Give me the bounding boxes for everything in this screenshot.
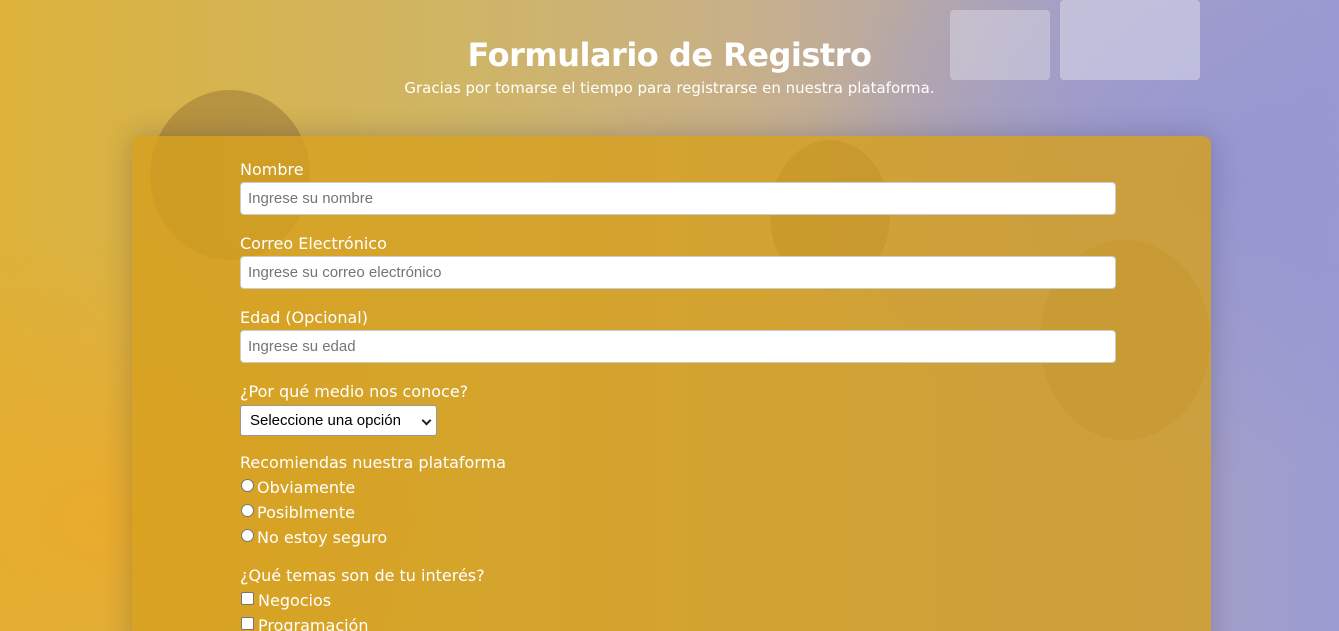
name-label: Nombre [240, 160, 304, 179]
chevron-down-icon [421, 415, 432, 426]
page-description: Gracias por tomarse el tiempo para regis… [404, 79, 935, 97]
age-label: Edad (Opcional) [240, 308, 368, 327]
age-input[interactable] [240, 330, 1116, 363]
form-fields: Nombre Correo Electrónico Edad (Opcional… [240, 160, 1116, 631]
radio-option: Posiblmente [240, 500, 1116, 525]
checkbox-programacion[interactable] [241, 617, 254, 630]
radio-no-estoy-seguro[interactable] [241, 529, 254, 542]
source-select-wrapper: Seleccione una opción [240, 405, 437, 436]
radio-option: No estoy seguro [240, 525, 1116, 550]
page-header: Formulario de Registro Gracias por tomar… [0, 0, 1339, 99]
radio-obviamente[interactable] [241, 479, 254, 492]
checkbox-option: Programación [240, 613, 1116, 631]
source-select-value: Seleccione una opción [250, 412, 401, 429]
radio-option: Obviamente [240, 475, 1116, 500]
registration-form: Nombre Correo Electrónico Edad (Opcional… [132, 136, 1211, 631]
radio-posiblmente[interactable] [241, 504, 254, 517]
radio-label: No estoy seguro [257, 528, 388, 547]
interests-label: ¿Qué temas son de tu interés? [240, 566, 485, 585]
email-input[interactable] [240, 256, 1116, 289]
page-title: Formulario de Registro [467, 36, 872, 74]
recommend-radio-group: Obviamente Posiblmente No estoy seguro [240, 475, 1116, 550]
source-select[interactable]: Seleccione una opción [240, 405, 437, 436]
source-label: ¿Por qué medio nos conoce? [240, 382, 469, 401]
radio-label: Obviamente [257, 478, 356, 497]
checkbox-label: Negocios [258, 591, 332, 610]
radio-label: Posiblmente [257, 503, 355, 522]
checkbox-label: Programación [258, 616, 369, 631]
email-label: Correo Electrónico [240, 234, 387, 253]
checkbox-negocios[interactable] [241, 592, 254, 605]
name-input[interactable] [240, 182, 1116, 215]
checkbox-option: Negocios [240, 588, 1116, 613]
interests-checkbox-group: Negocios Programación [240, 588, 1116, 631]
recommend-label: Recomiendas nuestra plataforma [240, 453, 507, 472]
